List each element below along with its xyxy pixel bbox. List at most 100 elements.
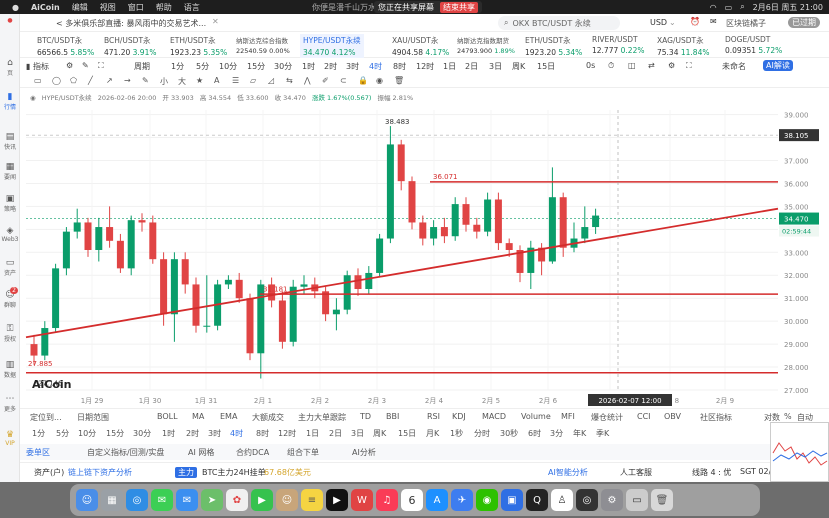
apple-icon[interactable]: ● — [12, 3, 19, 12]
menu-language[interactable]: 语言 — [184, 2, 200, 13]
indicator-item-17[interactable]: 社区指标 — [700, 412, 732, 423]
tf-8h[interactable]: 8时 — [393, 61, 406, 72]
facetime-icon[interactable]: ▶ — [251, 489, 273, 511]
trash-icon[interactable]: 🗑 — [394, 76, 404, 85]
indicator-item-13[interactable]: MFI — [561, 412, 575, 421]
tf-1d[interactable]: 1日 — [443, 61, 456, 72]
menu-help[interactable]: 帮助 — [156, 2, 172, 13]
period-item-2[interactable]: 10分 — [78, 428, 96, 439]
sidebar-item-assets[interactable]: ▭ 资产 — [0, 258, 20, 277]
period-item-16[interactable]: 月K — [426, 428, 439, 439]
period-item-4[interactable]: 30分 — [133, 428, 151, 439]
bottom-tab-0[interactable]: 委单区 — [26, 447, 50, 458]
close-tab-icon[interactable]: ✕ — [212, 17, 219, 26]
launchpad-icon[interactable]: ▦ — [101, 489, 123, 511]
sidebar-item-auth[interactable]: ⚿ 授权 — [0, 324, 20, 343]
magnet-icon[interactable]: ⊂ — [340, 76, 347, 85]
finder-icon[interactable]: ☺ — [76, 489, 98, 511]
tf-3h[interactable]: 3时 — [346, 61, 359, 72]
ticker-xag[interactable]: XAG/USDT永 75.34 11.84% — [657, 35, 709, 57]
ray-tool-icon[interactable]: ↗ — [106, 76, 113, 85]
bottom-tab-3[interactable]: 合约DCA — [236, 447, 269, 458]
tf-1h[interactable]: 1时 — [302, 61, 315, 72]
notification-icon[interactable]: ✉ — [710, 17, 717, 26]
indicator-item-1[interactable]: 日期范围 — [77, 412, 109, 423]
ellipse-tool-icon[interactable]: ◯ — [52, 76, 61, 85]
menubar-datetime[interactable]: 2月6日 周五 21:00 — [753, 2, 823, 13]
bottom-tab-1[interactable]: 自定义指标/回测/实盘 — [87, 447, 164, 458]
tf-15m[interactable]: 15分 — [247, 61, 265, 72]
sidebar-item-news[interactable]: ▤ 快讯 — [0, 132, 20, 151]
period-button[interactable]: 周期 — [134, 61, 150, 72]
period-item-13[interactable]: 3日 — [351, 428, 364, 439]
line-tool-icon[interactable]: ╱ — [88, 76, 93, 85]
service-button[interactable]: 人工客服 — [620, 467, 652, 478]
period-item-6[interactable]: 2时 — [186, 428, 199, 439]
ticker-river[interactable]: RIVER/USDT 12.777 0.22% — [592, 35, 644, 55]
mail-icon[interactable]: ✉ — [176, 489, 198, 511]
ai-smart-button[interactable]: AI智能分析 — [548, 467, 588, 478]
contacts-icon[interactable]: ☺ — [276, 489, 298, 511]
assets-label[interactable]: 资产(户) — [34, 467, 64, 478]
indicator-item-0[interactable]: 定位到... — [30, 412, 62, 423]
indicator-item-5[interactable]: 大额成交 — [252, 412, 284, 423]
polygon-tool-icon[interactable]: ⬠ — [70, 76, 77, 85]
wps-icon[interactable]: W — [351, 489, 373, 511]
ai-interpret-button[interactable]: AI解读 — [763, 60, 793, 71]
chrome-icon[interactable]: ◎ — [576, 489, 598, 511]
indicator-item-12[interactable]: Volume — [521, 412, 551, 421]
chain-analysis-link[interactable]: 链上链下资产分析 — [68, 467, 132, 478]
ticker-btc[interactable]: BTC/USDT永 66566.5 5.85% — [37, 35, 94, 57]
messages-icon[interactable]: ✉ — [151, 489, 173, 511]
preview-icon[interactable]: ▭ — [626, 489, 648, 511]
sidebar-item-web3[interactable]: ◈ Web3 — [0, 226, 20, 243]
ticker-eth[interactable]: ETH/USDT永 1923.23 5.35% — [170, 35, 227, 57]
sidebar-item-home[interactable]: ⌂ 页 — [0, 58, 20, 77]
expired-badge[interactable]: 已过期 — [788, 17, 820, 28]
countdown-setting[interactable]: 0s — [586, 61, 595, 70]
indicator-item-16[interactable]: OBV — [664, 412, 681, 421]
period-item-23[interactable]: 季K — [596, 428, 609, 439]
indicator-item-15[interactable]: CCI — [637, 412, 651, 421]
battery-icon[interactable]: ▭ — [725, 3, 733, 12]
camera-icon[interactable]: ◫ — [628, 61, 636, 70]
candlestick-chart[interactable]: 39.00038.00037.00036.00035.00034.00033.0… — [20, 108, 820, 408]
indicator-item-4[interactable]: EMA — [220, 412, 237, 421]
music-icon[interactable]: ♫ — [376, 489, 398, 511]
sidebar-item-vip[interactable]: ♛ VIP — [0, 430, 20, 447]
bottom-tab-2[interactable]: AI 网格 — [188, 447, 214, 458]
settings-icon-2[interactable]: ⚙ — [668, 61, 675, 70]
layout-selector[interactable]: 未命名 — [722, 61, 746, 72]
search-icon[interactable]: ⌕ — [740, 2, 744, 12]
bottom-tab-5[interactable]: AI分析 — [352, 447, 376, 458]
tf-5m[interactable]: 5分 — [196, 61, 209, 72]
period-item-0[interactable]: 1分 — [32, 428, 45, 439]
ticker-bch[interactable]: BCH/USDT永 471.20 3.91% — [104, 35, 156, 57]
alert-icon[interactable]: ⏱ — [608, 61, 614, 71]
text-tool-icon[interactable]: A — [214, 76, 219, 85]
pen-tool-icon[interactable]: ✎ — [142, 76, 149, 85]
tf-1w[interactable]: 周K — [512, 61, 525, 72]
period-item-21[interactable]: 3分 — [550, 428, 563, 439]
fib-tool-icon[interactable]: ☰ — [232, 76, 239, 85]
indicator-item-10[interactable]: KDJ — [452, 412, 466, 421]
indicator-item-2[interactable]: BOLL — [157, 412, 178, 421]
indicator-item-11[interactable]: MACD — [482, 412, 506, 421]
period-item-19[interactable]: 30秒 — [500, 428, 518, 439]
indicator-item-7[interactable]: TD — [360, 412, 371, 421]
period-item-10[interactable]: 12时 — [278, 428, 296, 439]
sidebar-item-market[interactable]: ▮ 行情 — [0, 92, 20, 111]
chevron-down-icon[interactable]: ⌄ — [669, 18, 676, 27]
period-item-1[interactable]: 5分 — [56, 428, 69, 439]
tf-3d[interactable]: 3日 — [489, 61, 502, 72]
indicator-item-3[interactable]: MA — [192, 412, 204, 421]
settings-icon[interactable]: ⚙ — [66, 61, 73, 70]
compare-icon[interactable]: ⇄ — [648, 61, 655, 70]
bottom-tab-4[interactable]: 组合下单 — [287, 447, 319, 458]
draw-icon[interactable]: ✎ — [82, 61, 89, 70]
appstore-icon[interactable]: A — [426, 489, 448, 511]
notes-icon[interactable]: ≡ — [301, 489, 323, 511]
indicator-item-9[interactable]: RSI — [427, 412, 440, 421]
chart-eye-icon[interactable]: ◉ — [30, 94, 36, 102]
pattern-tool-icon[interactable]: ⋀ — [304, 76, 311, 85]
